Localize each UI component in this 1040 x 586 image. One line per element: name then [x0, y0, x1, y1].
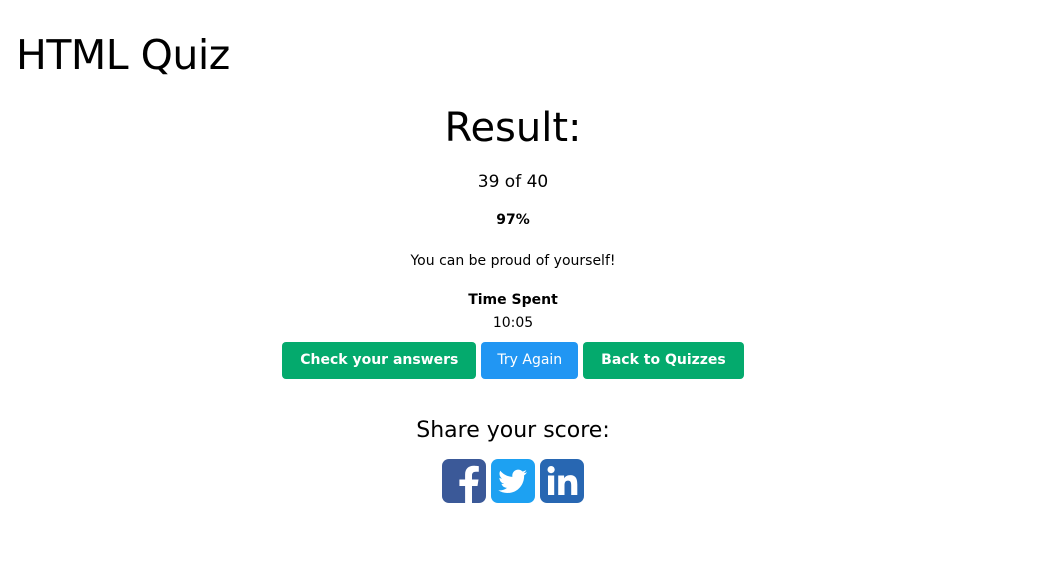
time-spent-label: Time Spent [468, 292, 558, 308]
back-to-quizzes-button[interactable]: Back to Quizzes [583, 342, 744, 379]
share-heading: Share your score: [416, 418, 610, 443]
score-percent: 97% [496, 212, 530, 228]
quiz-result-page: HTML Quiz Result: 39 of 40 97% You can b… [0, 0, 1040, 586]
share-icons [0, 459, 1026, 503]
linkedin-icon[interactable] [540, 459, 584, 503]
result-panel: Result: 39 of 40 97% You can be proud of… [0, 100, 1026, 503]
twitter-icon[interactable] [491, 459, 535, 503]
action-buttons: Check your answers Try Again Back to Qui… [0, 342, 1026, 379]
check-answers-button[interactable]: Check your answers [282, 342, 477, 379]
score-text: 39 of 40 [477, 172, 549, 192]
result-heading: Result: [444, 105, 582, 151]
facebook-icon[interactable] [442, 459, 486, 503]
page-title: HTML Quiz [16, 31, 230, 79]
try-again-button[interactable]: Try Again [481, 342, 579, 379]
time-spent-value: 10:05 [492, 315, 534, 331]
result-message: You can be proud of yourself! [410, 253, 616, 269]
